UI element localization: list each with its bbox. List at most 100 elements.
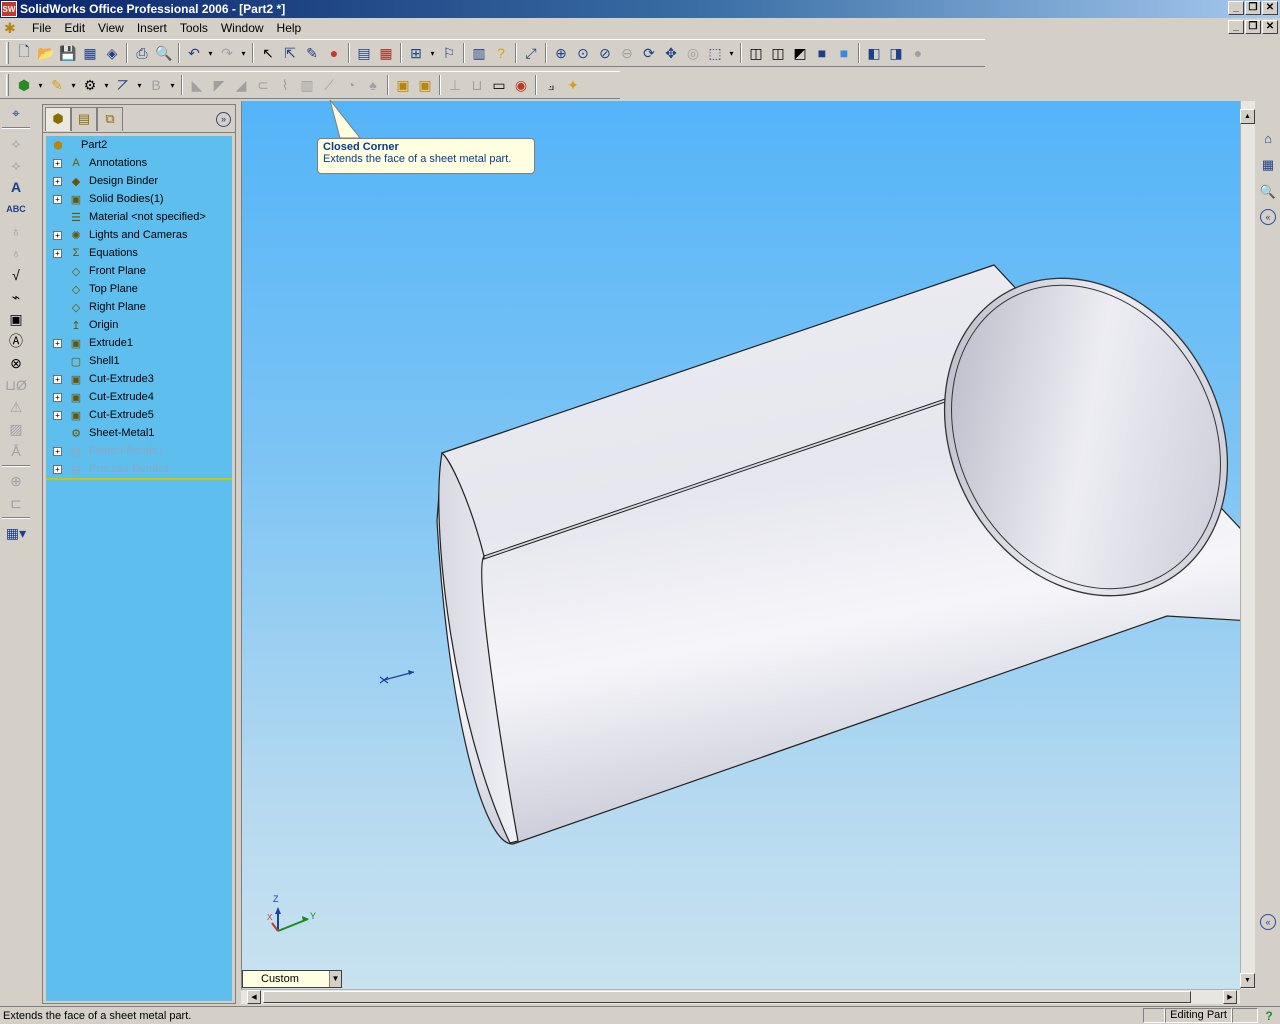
- quick-tips-help-icon[interactable]: ?: [1258, 1009, 1280, 1023]
- zoom-to-selection-icon[interactable]: ⊖: [616, 42, 638, 64]
- perspective-icon[interactable]: ◧: [863, 42, 885, 64]
- tree-item[interactable]: ◇ Top Plane: [46, 280, 232, 298]
- hidden-lines-visible-icon[interactable]: ◫: [767, 42, 789, 64]
- scroll-left-button[interactable]: ◀: [247, 990, 261, 1004]
- format-dropdown-icon[interactable]: ▾: [167, 74, 178, 96]
- surface-finish-icon[interactable]: √: [2, 264, 30, 286]
- notes-icon[interactable]: ▥: [468, 42, 490, 64]
- menu-file[interactable]: File: [26, 21, 58, 35]
- sheet-metal-tools-icon[interactable]: ⚙: [79, 74, 101, 96]
- sheet-metal-tools-dropdown-icon[interactable]: ▾: [101, 74, 112, 96]
- collapse-task-pane-icon[interactable]: «: [1260, 209, 1276, 225]
- toolbar-grip[interactable]: [6, 42, 9, 64]
- menu-view[interactable]: View: [92, 21, 131, 35]
- zoom-to-area-icon[interactable]: ⊙: [572, 42, 594, 64]
- fold-icon[interactable]: ◉: [510, 74, 532, 96]
- shaded-with-edges-icon[interactable]: ■: [811, 42, 833, 64]
- print-preview-icon[interactable]: 🔍: [153, 42, 175, 64]
- make-assembly-icon[interactable]: ◈: [101, 42, 123, 64]
- measure-icon[interactable]: ⚐: [438, 42, 460, 64]
- tree-item[interactable]: + Σ Equations: [46, 244, 232, 262]
- datum-target-icon[interactable]: ⊗: [2, 352, 30, 374]
- doc-restore-button[interactable]: ❐: [1245, 20, 1261, 34]
- configuration-manager-tab-icon[interactable]: ⧉: [97, 106, 123, 131]
- open-folder-icon[interactable]: 📂: [35, 42, 57, 64]
- make-drawing-icon[interactable]: ▦: [79, 42, 101, 64]
- file-explorer-icon[interactable]: 🔍: [1259, 184, 1277, 202]
- expand-panel-icon[interactable]: »: [216, 112, 231, 127]
- auto-balloon-icon[interactable]: ♁: [2, 242, 30, 264]
- expand-plus-icon[interactable]: +: [53, 392, 62, 402]
- rotate-view-icon[interactable]: ⟳: [638, 42, 660, 64]
- forming-tool-icon[interactable]: ♠: [362, 74, 384, 96]
- expand-plus-icon[interactable]: +: [53, 176, 62, 186]
- chevron-down-icon[interactable]: ▼: [329, 971, 341, 987]
- select-arrow-icon[interactable]: ↖: [257, 42, 279, 64]
- snap-icon[interactable]: ⊞: [405, 42, 427, 64]
- rollback-bar[interactable]: [46, 478, 232, 480]
- sketch-tools-dropdown-icon[interactable]: ▾: [68, 74, 79, 96]
- graphics-area[interactable]: Z Y X: [241, 101, 1240, 989]
- rip-icon[interactable]: ⊥: [444, 74, 466, 96]
- tree-item[interactable]: + ▤ Process-Bends1: [46, 460, 232, 478]
- undo-icon[interactable]: ↶: [183, 42, 205, 64]
- tree-item[interactable]: + ▣ Cut-Extrude4: [46, 388, 232, 406]
- save-icon[interactable]: 💾: [57, 42, 79, 64]
- hem-icon[interactable]: ⊂: [252, 74, 274, 96]
- dimension-dropdown-icon[interactable]: ▾: [134, 74, 145, 96]
- tree-item[interactable]: ▢ Shell1: [46, 352, 232, 370]
- tree-item[interactable]: ☰ Material <not specified>: [46, 208, 232, 226]
- geometric-tolerance-icon[interactable]: ▣: [2, 308, 30, 330]
- smart-dimension-icon[interactable]: ⌖: [2, 102, 30, 124]
- scroll-up-button[interactable]: ▲: [1240, 109, 1255, 124]
- jog-icon[interactable]: ⌇: [274, 74, 296, 96]
- expand-plus-icon[interactable]: +: [53, 248, 62, 258]
- file-properties-icon[interactable]: ▤: [353, 42, 375, 64]
- spell-checker-icon[interactable]: ABC: [2, 198, 30, 220]
- tree-item[interactable]: + A Annotations: [46, 154, 232, 172]
- view-orientation-dropdown-icon[interactable]: ▾: [726, 42, 737, 64]
- scroll-right-button[interactable]: ▶: [1223, 990, 1237, 1004]
- block-icon[interactable]: Å: [2, 440, 30, 462]
- unfold-icon[interactable]: ▭: [488, 74, 510, 96]
- dimension-icon[interactable]: ⦢: [112, 74, 134, 96]
- tree-item[interactable]: + ◆ Design Binder: [46, 172, 232, 190]
- toolbar-grip[interactable]: [6, 74, 9, 96]
- expand-task-pane-icon[interactable]: «: [1260, 914, 1276, 930]
- property-manager-tab-icon[interactable]: ▤: [71, 106, 97, 131]
- solidworks-menu-icon[interactable]: ✱: [4, 20, 22, 36]
- expand-plus-icon[interactable]: +: [53, 410, 62, 420]
- expand-plus-icon[interactable]: +: [53, 194, 62, 204]
- section-view-icon[interactable]: ◨: [885, 42, 907, 64]
- expand-plus-icon[interactable]: +: [53, 338, 62, 348]
- model-items-icon[interactable]: ⟡: [2, 132, 30, 154]
- horizontal-scrollbar[interactable]: ◀ ▶: [241, 989, 1240, 1004]
- shaded-icon[interactable]: ■: [833, 42, 855, 64]
- roll-view-icon[interactable]: ◎: [682, 42, 704, 64]
- centerline-icon[interactable]: ⊏: [2, 492, 30, 514]
- tree-item[interactable]: ◇ Front Plane: [46, 262, 232, 280]
- help-icon[interactable]: ?: [490, 42, 512, 64]
- tree-item[interactable]: ↥ Origin: [46, 316, 232, 334]
- expand-plus-icon[interactable]: +: [53, 446, 62, 456]
- rebuild-icon[interactable]: ●: [323, 42, 345, 64]
- configuration-select[interactable]: Custom ▼: [242, 970, 342, 988]
- home-icon[interactable]: ⌂: [1259, 131, 1277, 149]
- expand-plus-icon[interactable]: +: [53, 464, 62, 474]
- tree-item[interactable]: ⚙ Sheet-Metal1: [46, 424, 232, 442]
- tree-root-part[interactable]: ⬢ Part2: [46, 136, 232, 154]
- previous-view-icon[interactable]: ⤢: [520, 42, 542, 64]
- vertical-scrollbar[interactable]: ▲ ▼: [1240, 101, 1255, 989]
- cosmetic-thread-icon[interactable]: ⚠: [2, 396, 30, 418]
- area-hatch-icon[interactable]: ▨: [2, 418, 30, 440]
- select-other-icon[interactable]: ⇱: [279, 42, 301, 64]
- hidden-lines-removed-icon[interactable]: ◩: [789, 42, 811, 64]
- expand-plus-icon[interactable]: +: [53, 158, 62, 168]
- lofted-bend-icon[interactable]: ⟓: [540, 74, 562, 96]
- undo-dropdown-icon[interactable]: ▾: [205, 42, 216, 64]
- menu-insert[interactable]: Insert: [131, 21, 174, 35]
- menu-tools[interactable]: Tools: [174, 21, 215, 35]
- snap-dropdown-icon[interactable]: ▾: [427, 42, 438, 64]
- design-library-icon[interactable]: ▦: [1259, 157, 1277, 175]
- tree-item[interactable]: + ▣ Extrude1: [46, 334, 232, 352]
